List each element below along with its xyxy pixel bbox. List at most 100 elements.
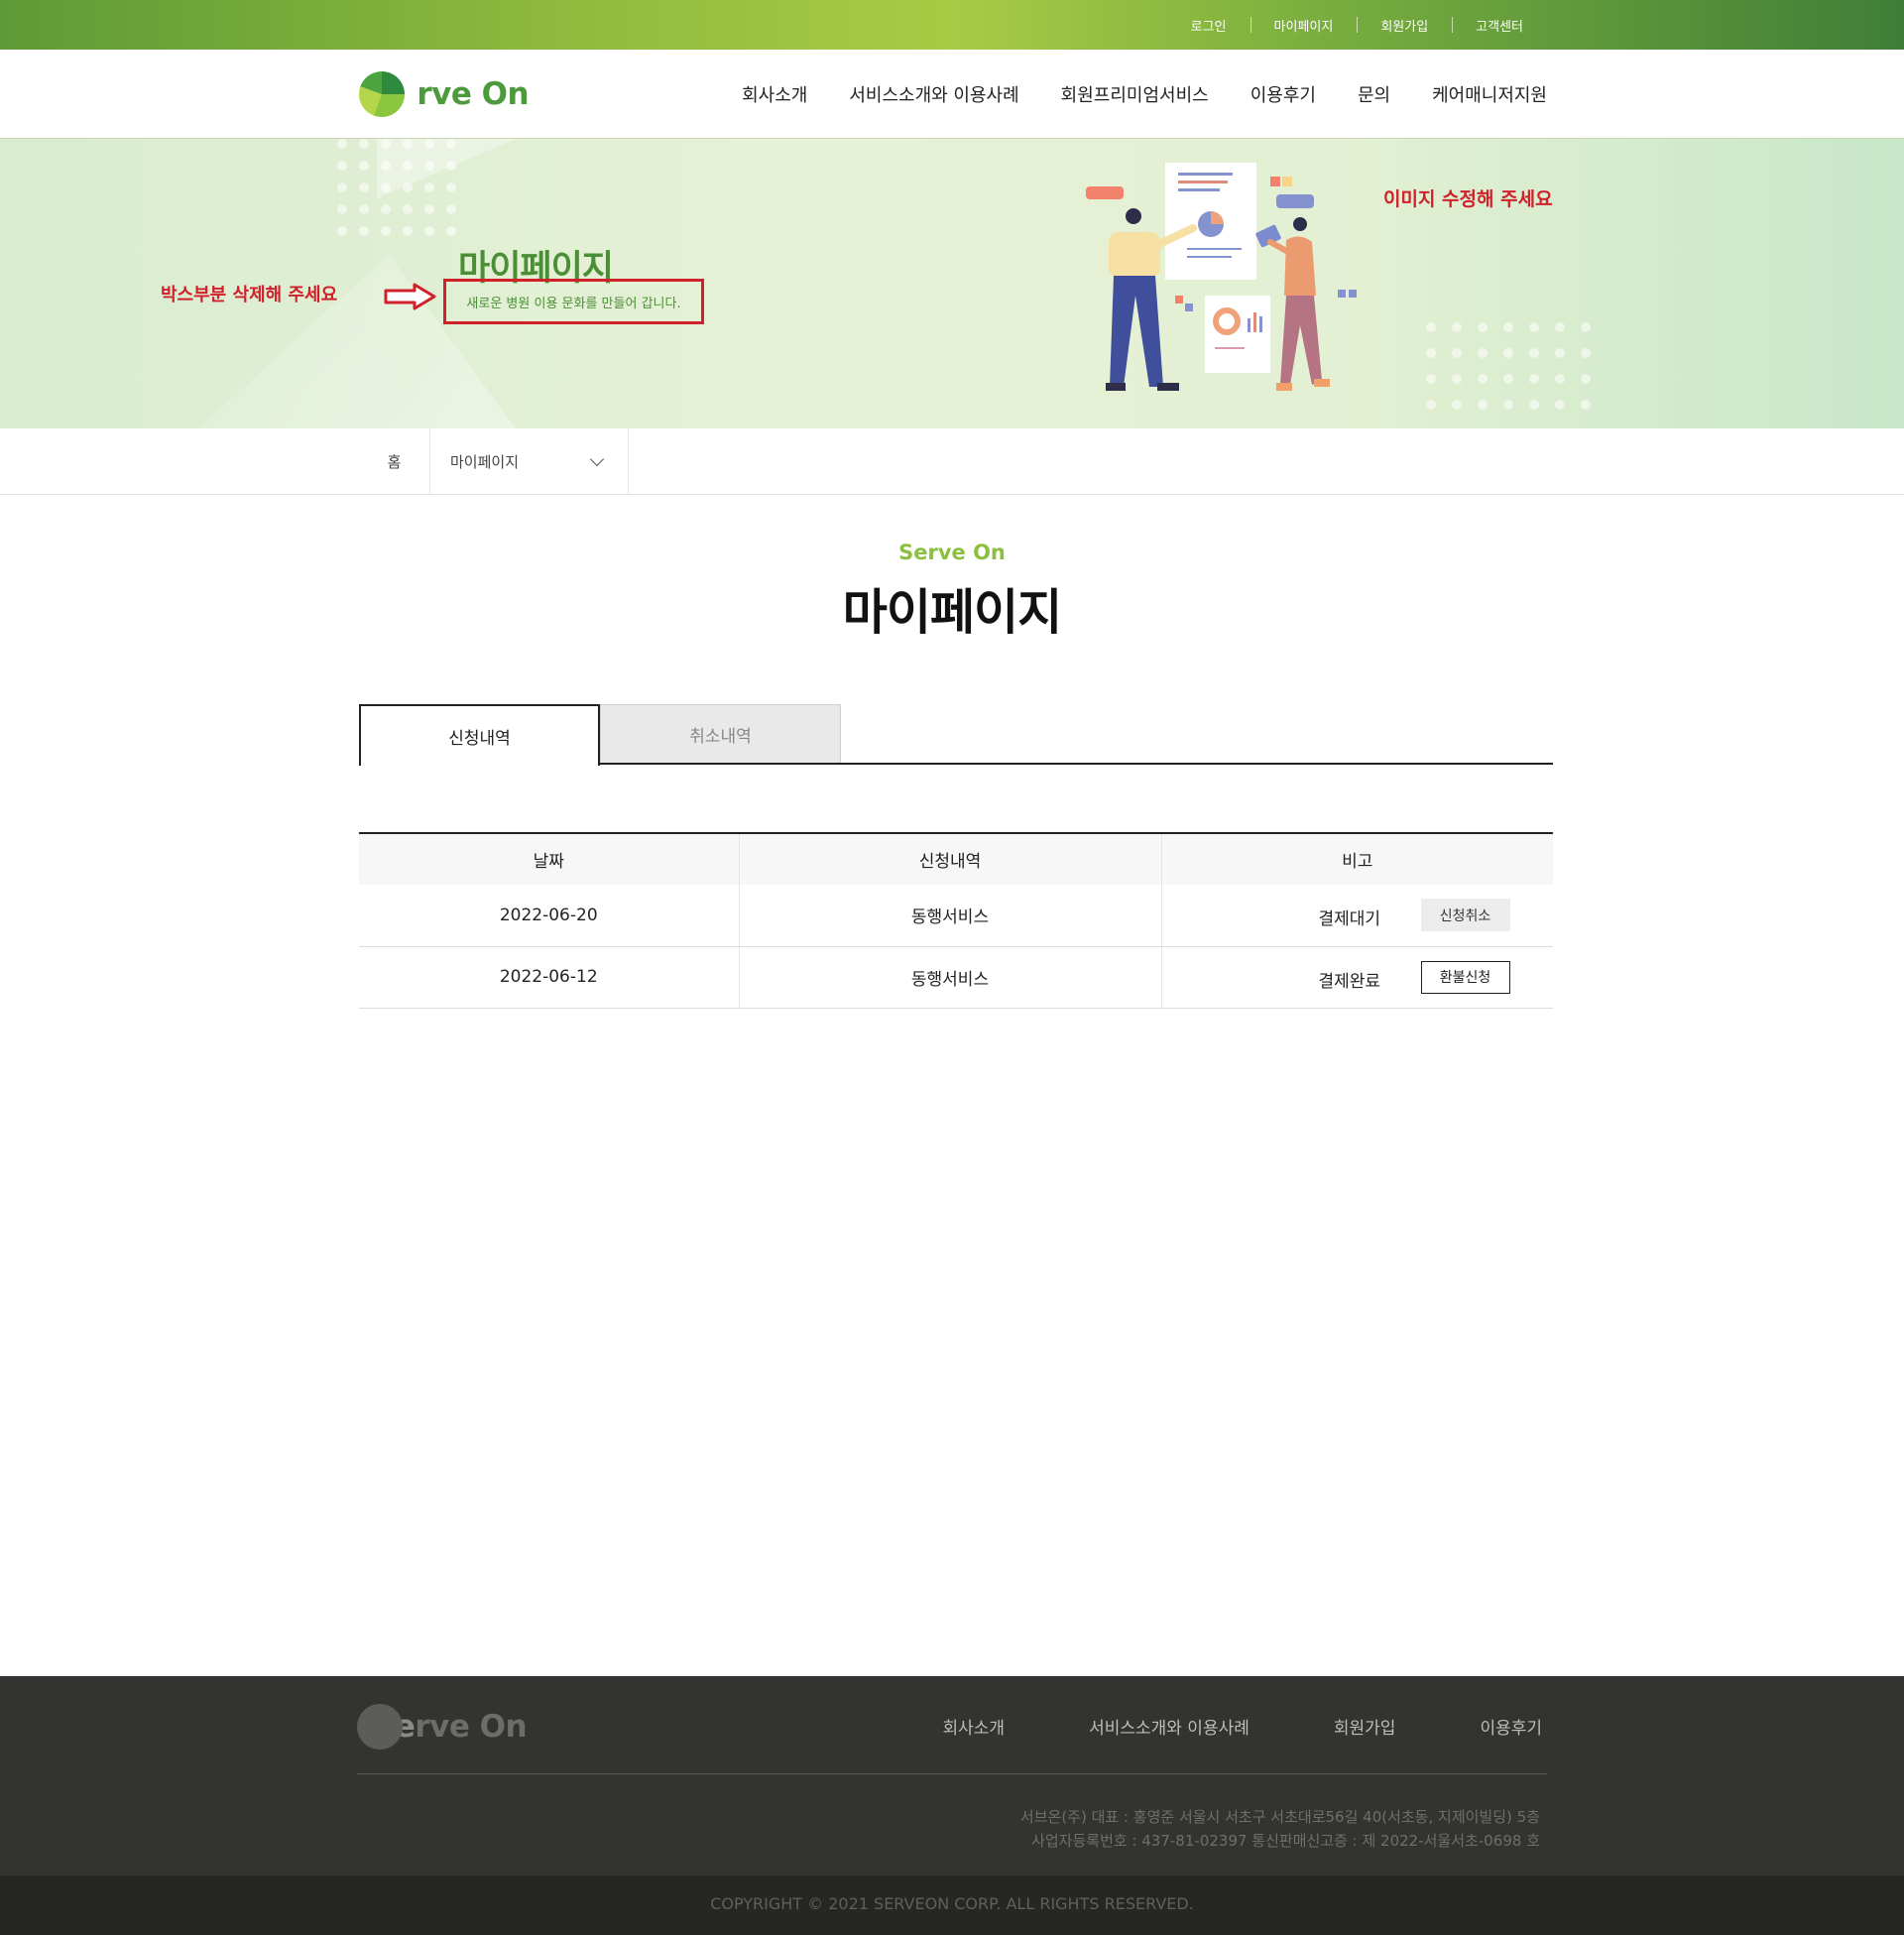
refund-request-button[interactable]: 환불신청 bbox=[1420, 960, 1510, 994]
nav-inquiry[interactable]: 문의 bbox=[1358, 81, 1390, 107]
decorative-dot bbox=[381, 226, 391, 236]
company-info: 서브온(주) 대표 : 홍영준 서울시 서초구 서초대로56길 40(서초동, … bbox=[1020, 1805, 1540, 1853]
decorative-dot bbox=[1452, 374, 1462, 384]
footer-nav-company[interactable]: 회사소개 bbox=[943, 1714, 1006, 1739]
decorative-dot bbox=[446, 226, 456, 236]
breadcrumb: 홈 마이페이지 bbox=[0, 428, 1904, 495]
decorative-dot bbox=[403, 161, 413, 171]
company-info-line: 서브온(주) 대표 : 홍영준 서울시 서초구 서초대로56길 40(서초동, … bbox=[1019, 1808, 1540, 1826]
decorative-dot bbox=[1581, 322, 1591, 332]
table-row: 2022-06-20 동행서비스 결제대기 신청취소 bbox=[359, 885, 1553, 947]
signup-link[interactable]: 회원가입 bbox=[1357, 16, 1452, 35]
utility-nav: 로그인 마이페이지 회원가입 고객센터 bbox=[1167, 0, 1547, 50]
decorative-dot bbox=[446, 139, 456, 149]
nav-company[interactable]: 회사소개 bbox=[742, 81, 807, 107]
footer-nav-services[interactable]: 서비스소개와 이용사례 bbox=[1089, 1714, 1250, 1739]
footer-divider bbox=[357, 1773, 1547, 1774]
decorative-dot bbox=[424, 161, 434, 171]
header-note: 비고 bbox=[1160, 833, 1553, 885]
row-note: 결제대기 신청취소 bbox=[1160, 885, 1553, 947]
nav-reviews[interactable]: 이용후기 bbox=[1250, 81, 1316, 107]
breadcrumb-home[interactable]: 홈 bbox=[359, 428, 430, 494]
decorative-dot bbox=[359, 204, 369, 214]
payment-status: 결제완료 bbox=[1318, 971, 1381, 992]
decorative-dot bbox=[337, 182, 347, 192]
decorative-dot bbox=[1581, 348, 1591, 358]
footer-nav-reviews[interactable]: 이용후기 bbox=[1480, 1714, 1542, 1739]
decorative-dot bbox=[1529, 322, 1539, 332]
decorative-dot bbox=[1529, 348, 1539, 358]
decorative-dot bbox=[359, 226, 369, 236]
decorative-dot bbox=[1426, 348, 1436, 358]
decorative-dot bbox=[403, 139, 413, 149]
decorative-dot bbox=[381, 204, 391, 214]
tab-cancel-history[interactable]: 취소내역 bbox=[600, 704, 841, 763]
decorative-dot bbox=[403, 226, 413, 236]
decorative-dot bbox=[1503, 374, 1513, 384]
decorative-dot bbox=[337, 139, 347, 149]
top-utility-bar: 로그인 마이페이지 회원가입 고객센터 bbox=[0, 0, 1904, 50]
decorative-dot bbox=[359, 161, 369, 171]
decorative-dot bbox=[1452, 400, 1462, 410]
site-logo[interactable]: Serve On bbox=[359, 70, 530, 118]
chevron-down-icon bbox=[589, 451, 605, 467]
logo-text-end: rve On bbox=[416, 76, 530, 112]
site-header: Serve On 회사소개 서비스소개와 이용사례 회원프리미엄서비스 이용후기… bbox=[0, 50, 1904, 139]
site-footer: Serve On 회사소개 서비스소개와 이용사례 회원가입 이용후기 서브온(… bbox=[0, 1676, 1904, 1875]
dot-pattern-right bbox=[1426, 322, 1605, 422]
decorative-dot bbox=[381, 161, 391, 171]
customer-center-link[interactable]: 고객센터 bbox=[1452, 16, 1547, 35]
page: 로그인 마이페이지 회원가입 고객센터 Serve On 회사소개 서비스소개와… bbox=[0, 0, 1904, 1935]
annotation-edit-image: 이미지 수정해 주세요 bbox=[1383, 188, 1553, 210]
decorative-dot bbox=[1478, 348, 1488, 358]
decorative-dot bbox=[446, 204, 456, 214]
dot-pattern-left bbox=[337, 139, 476, 248]
row-service: 동행서비스 bbox=[738, 946, 1161, 1009]
login-link[interactable]: 로그인 bbox=[1167, 16, 1250, 35]
tab-application-history[interactable]: 신청내역 bbox=[359, 704, 600, 766]
breadcrumb-current: 마이페이지 bbox=[450, 452, 520, 471]
main-nav: 회사소개 서비스소개와 이용사례 회원프리미엄서비스 이용후기 문의 케어매니저… bbox=[700, 50, 1547, 139]
cancel-application-button[interactable]: 신청취소 bbox=[1420, 899, 1510, 931]
header-application: 신청내역 bbox=[738, 833, 1161, 885]
nav-care-manager[interactable]: 케어매니저지원 bbox=[1432, 81, 1547, 107]
decorative-dot bbox=[1478, 322, 1488, 332]
decorative-dot bbox=[424, 139, 434, 149]
hero-subtitle-box: 새로운 병원 이용 문화를 만들어 갑니다. bbox=[443, 279, 704, 324]
logo-mark-icon bbox=[357, 1704, 403, 1750]
decorative-dot bbox=[1426, 374, 1436, 384]
mypage-link[interactable]: 마이페이지 bbox=[1250, 16, 1358, 35]
decorative-dot bbox=[1426, 322, 1436, 332]
decorative-dot bbox=[424, 204, 434, 214]
row-date: 2022-06-12 bbox=[359, 946, 739, 1009]
decorative-dot bbox=[1581, 400, 1591, 410]
table-row: 2022-06-12 동행서비스 결제완료 환불신청 bbox=[359, 946, 1553, 1009]
payment-status: 결제대기 bbox=[1318, 909, 1381, 929]
nav-premium[interactable]: 회원프리미엄서비스 bbox=[1061, 81, 1209, 107]
row-service: 동행서비스 bbox=[738, 885, 1161, 947]
decorative-dot bbox=[1478, 374, 1488, 384]
decorative-dot bbox=[1452, 322, 1462, 332]
history-tabs: 신청내역 취소내역 bbox=[359, 704, 1553, 766]
decorative-dot bbox=[1555, 374, 1565, 384]
decorative-dot bbox=[403, 204, 413, 214]
decorative-dot bbox=[1503, 348, 1513, 358]
decorative-dot bbox=[337, 226, 347, 236]
nav-services[interactable]: 서비스소개와 이용사례 bbox=[849, 81, 1018, 107]
breadcrumb-dropdown[interactable]: 마이페이지 bbox=[430, 428, 629, 494]
footer-logo-text-end: rve On bbox=[415, 1709, 528, 1745]
annotation-arrow-icon bbox=[384, 283, 436, 310]
decorative-dot bbox=[381, 139, 391, 149]
footer-nav: 회사소개 서비스소개와 이용사례 회원가입 이용후기 bbox=[859, 1714, 1543, 1739]
decorative-dot bbox=[403, 182, 413, 192]
decorative-dot bbox=[337, 161, 347, 171]
annotation-delete-box: 박스부분 삭제해 주세요 bbox=[161, 285, 338, 305]
table-header-row: 날짜 신청내역 비고 bbox=[359, 833, 1553, 885]
row-date: 2022-06-20 bbox=[359, 885, 739, 947]
decorative-dot bbox=[424, 182, 434, 192]
footer-nav-signup[interactable]: 회원가입 bbox=[1334, 1714, 1396, 1739]
decorative-dot bbox=[1478, 400, 1488, 410]
header-date: 날짜 bbox=[359, 833, 739, 885]
logo-mark-icon bbox=[359, 71, 405, 117]
decorative-dot bbox=[337, 204, 347, 214]
